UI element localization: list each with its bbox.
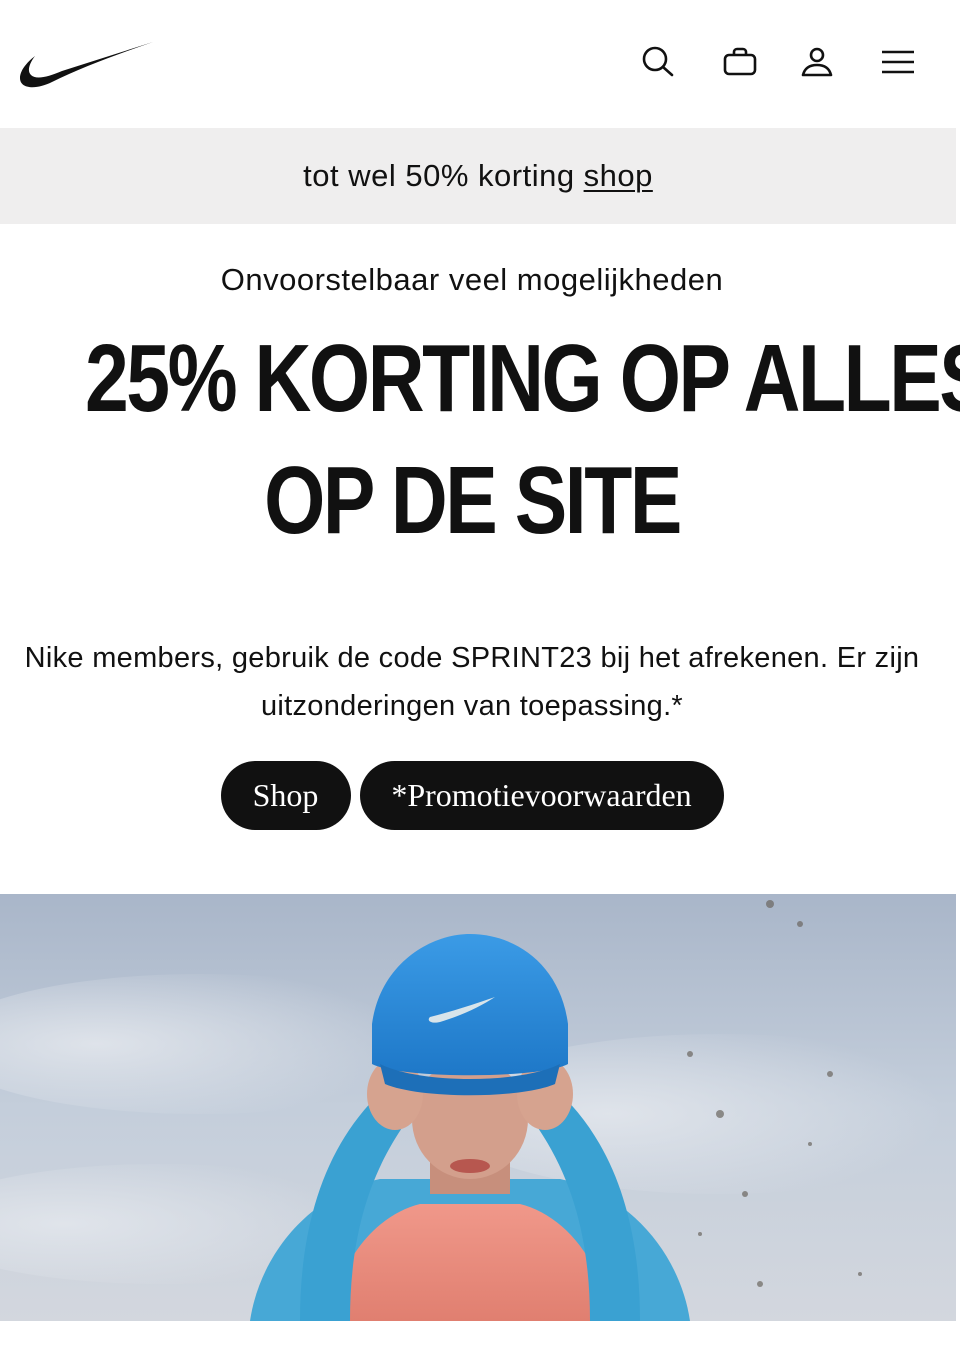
promo-banner: tot wel 50% korting shop <box>0 128 956 224</box>
hero-subtitle: Onvoorstelbaar veel mogelijkheden <box>220 262 724 297</box>
user-icon[interactable] <box>797 42 837 82</box>
shop-button[interactable]: Shop <box>220 761 351 830</box>
hero-button-row: Shop *Promotievoorwaarden <box>0 761 944 830</box>
promo-terms-button[interactable]: *Promotievoorwaarden <box>359 761 724 830</box>
headline-line-2: OP DE SITE <box>264 447 682 554</box>
headline-line-1: 25% KORTING OP ALLES <box>84 325 960 432</box>
menu-icon[interactable] <box>878 42 918 82</box>
nike-swoosh-logo[interactable] <box>18 38 154 90</box>
hero-body-copy: Nike members, gebruik de code SPRINT23 b… <box>24 642 920 722</box>
hero-headline: 25% KORTING OP ALLES OP DE SITE <box>84 318 960 562</box>
hero-image[interactable] <box>0 894 956 1321</box>
promo-shop-link[interactable]: shop <box>584 158 653 194</box>
bag-icon[interactable] <box>720 42 760 82</box>
search-icon[interactable] <box>638 42 678 82</box>
promo-text: tot wel 50% korting <box>303 158 575 193</box>
site-header <box>0 0 960 128</box>
